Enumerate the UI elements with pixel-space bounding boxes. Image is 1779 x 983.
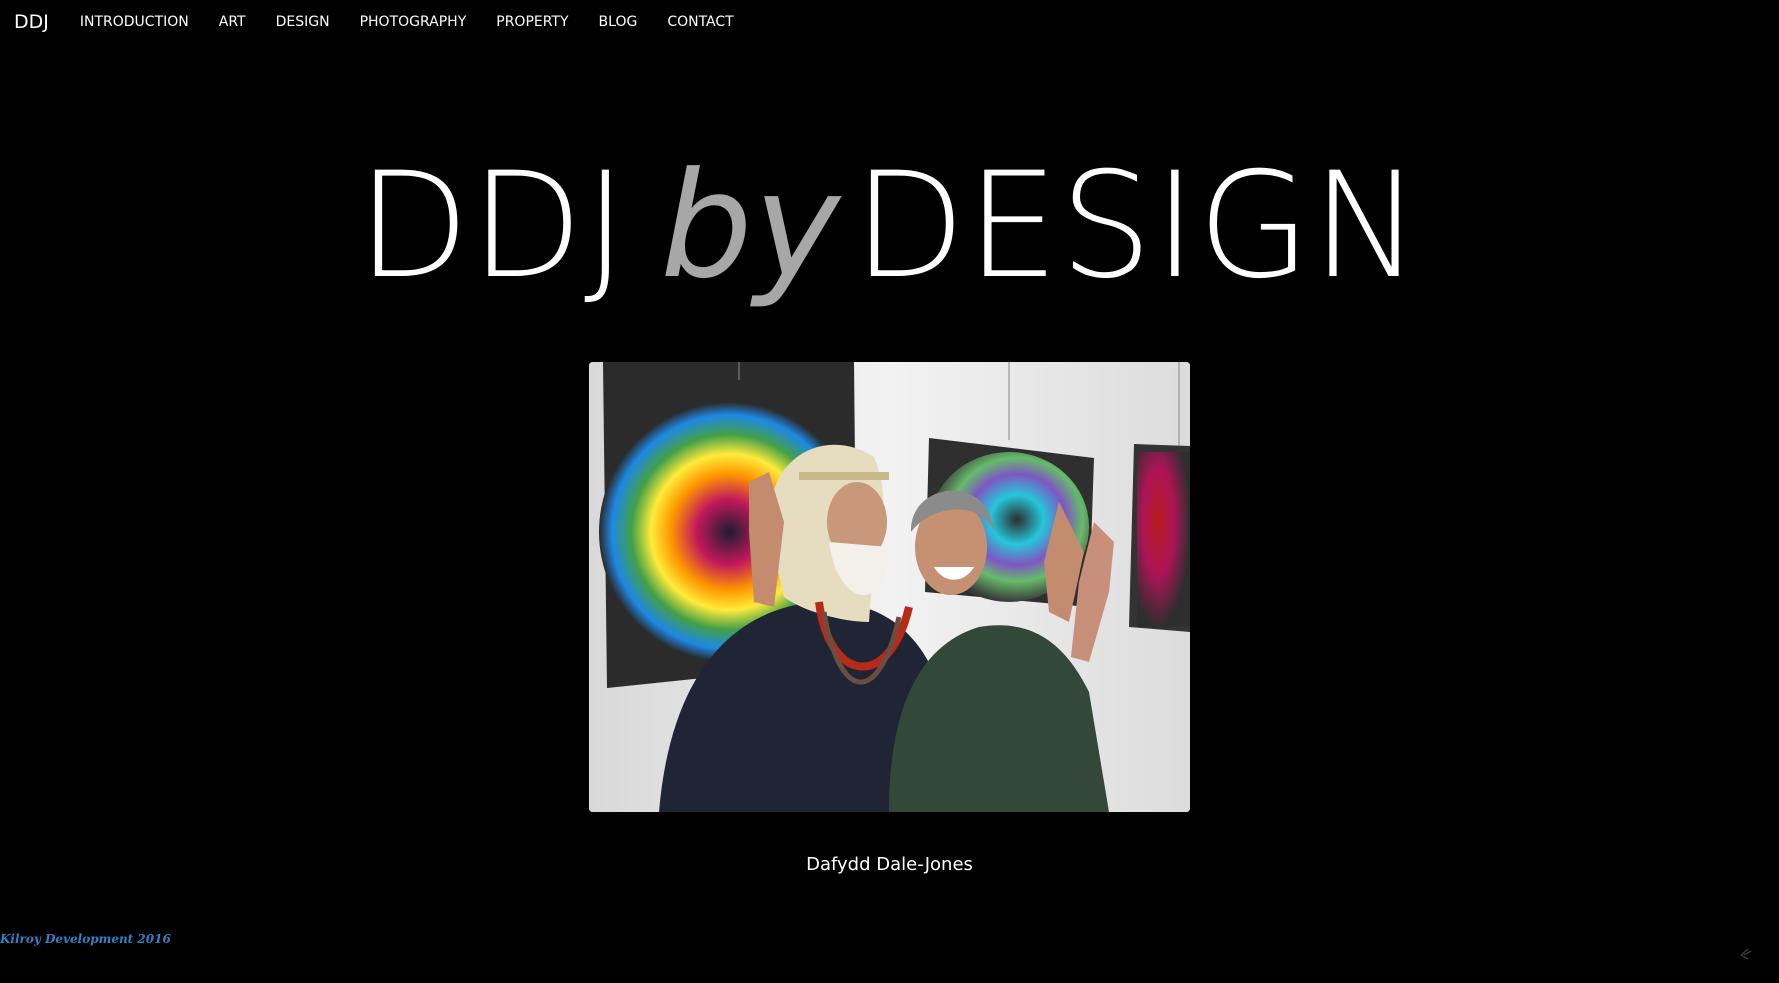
main-nav: INTRODUCTION ART DESIGN PHOTOGRAPHY PROP…	[65, 0, 749, 44]
hero-title-ddj: DDJ	[357, 141, 629, 311]
nav-item-design[interactable]: DESIGN	[261, 0, 345, 44]
brand-logo-link[interactable]: DDJ	[14, 11, 49, 33]
hero-title-design: DESIGN	[853, 141, 1422, 311]
nav-item-blog[interactable]: BLOG	[584, 0, 653, 44]
developer-credit-link[interactable]: Kilroy Development 2016	[0, 932, 171, 946]
nav-item-introduction[interactable]: INTRODUCTION	[65, 0, 204, 44]
nav-item-property[interactable]: PROPERTY	[481, 0, 583, 44]
nav-item-photography[interactable]: PHOTOGRAPHY	[345, 0, 482, 44]
hero-photo	[589, 362, 1190, 812]
page: DDJ INTRODUCTION ART DESIGN PHOTOGRAPHY …	[0, 0, 1779, 983]
hero-title-by: by	[660, 141, 842, 311]
artist-photo-image	[589, 362, 1190, 812]
hero-title: DDJ byDESIGN	[0, 140, 1779, 312]
scroll-up-icon[interactable]	[1739, 947, 1753, 961]
top-navbar: DDJ INTRODUCTION ART DESIGN PHOTOGRAPHY …	[0, 0, 749, 44]
photo-caption: Dafydd Dale-Jones	[806, 854, 973, 875]
nav-item-contact[interactable]: CONTACT	[652, 0, 748, 44]
nav-item-art[interactable]: ART	[204, 0, 261, 44]
